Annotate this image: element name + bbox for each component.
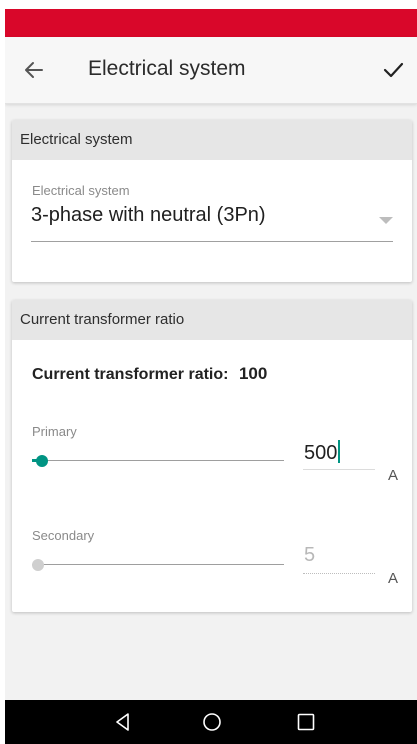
secondary-value-text: 5 xyxy=(304,544,316,566)
card-header: Current transformer ratio xyxy=(12,300,412,340)
back-triangle-icon[interactable] xyxy=(111,710,135,734)
ratio-summary: Current transformer ratio: 100 xyxy=(32,364,267,384)
app-bar: Electrical system xyxy=(5,37,417,104)
secondary-slider xyxy=(32,555,284,575)
slider-thumb[interactable] xyxy=(36,455,49,467)
secondary-value-input: 5 xyxy=(303,540,375,574)
ratio-value: 100 xyxy=(238,364,268,383)
checkmark-icon[interactable] xyxy=(379,57,407,83)
primary-value-input[interactable]: 500 xyxy=(303,436,375,470)
secondary-unit: A xyxy=(388,570,399,587)
page-title: Electrical system xyxy=(88,57,246,80)
home-circle-icon[interactable] xyxy=(200,710,224,734)
electrical-system-card: Electrical system Electrical system 3-ph… xyxy=(12,120,412,282)
card-header: Electrical system xyxy=(12,120,412,160)
primary-slider[interactable] xyxy=(32,451,284,471)
select-underline xyxy=(31,241,393,242)
field-label: Electrical system xyxy=(32,183,130,198)
recents-square-icon[interactable] xyxy=(294,710,318,734)
slider-thumb xyxy=(32,559,44,571)
primary-label: Primary xyxy=(32,424,77,439)
ratio-label: Current transformer ratio: xyxy=(32,366,229,383)
back-arrow-icon[interactable] xyxy=(21,57,47,83)
app-screen: Electrical system Electrical system Elec… xyxy=(5,9,417,744)
current-transformer-card: Current transformer ratio Current transf… xyxy=(12,300,412,612)
text-cursor xyxy=(338,440,341,463)
input-underline xyxy=(303,573,375,574)
input-underline xyxy=(303,469,375,470)
secondary-label: Secondary xyxy=(32,528,95,543)
primary-unit: A xyxy=(388,467,399,484)
primary-value-text: 500 xyxy=(304,440,341,465)
status-bar xyxy=(5,9,417,37)
slider-track xyxy=(32,460,284,461)
navigation-bar xyxy=(5,700,417,744)
dropdown-triangle-icon[interactable] xyxy=(379,212,393,224)
slider-track xyxy=(32,564,284,565)
electrical-system-select[interactable]: 3-phase with neutral (3Pn) xyxy=(31,204,266,227)
